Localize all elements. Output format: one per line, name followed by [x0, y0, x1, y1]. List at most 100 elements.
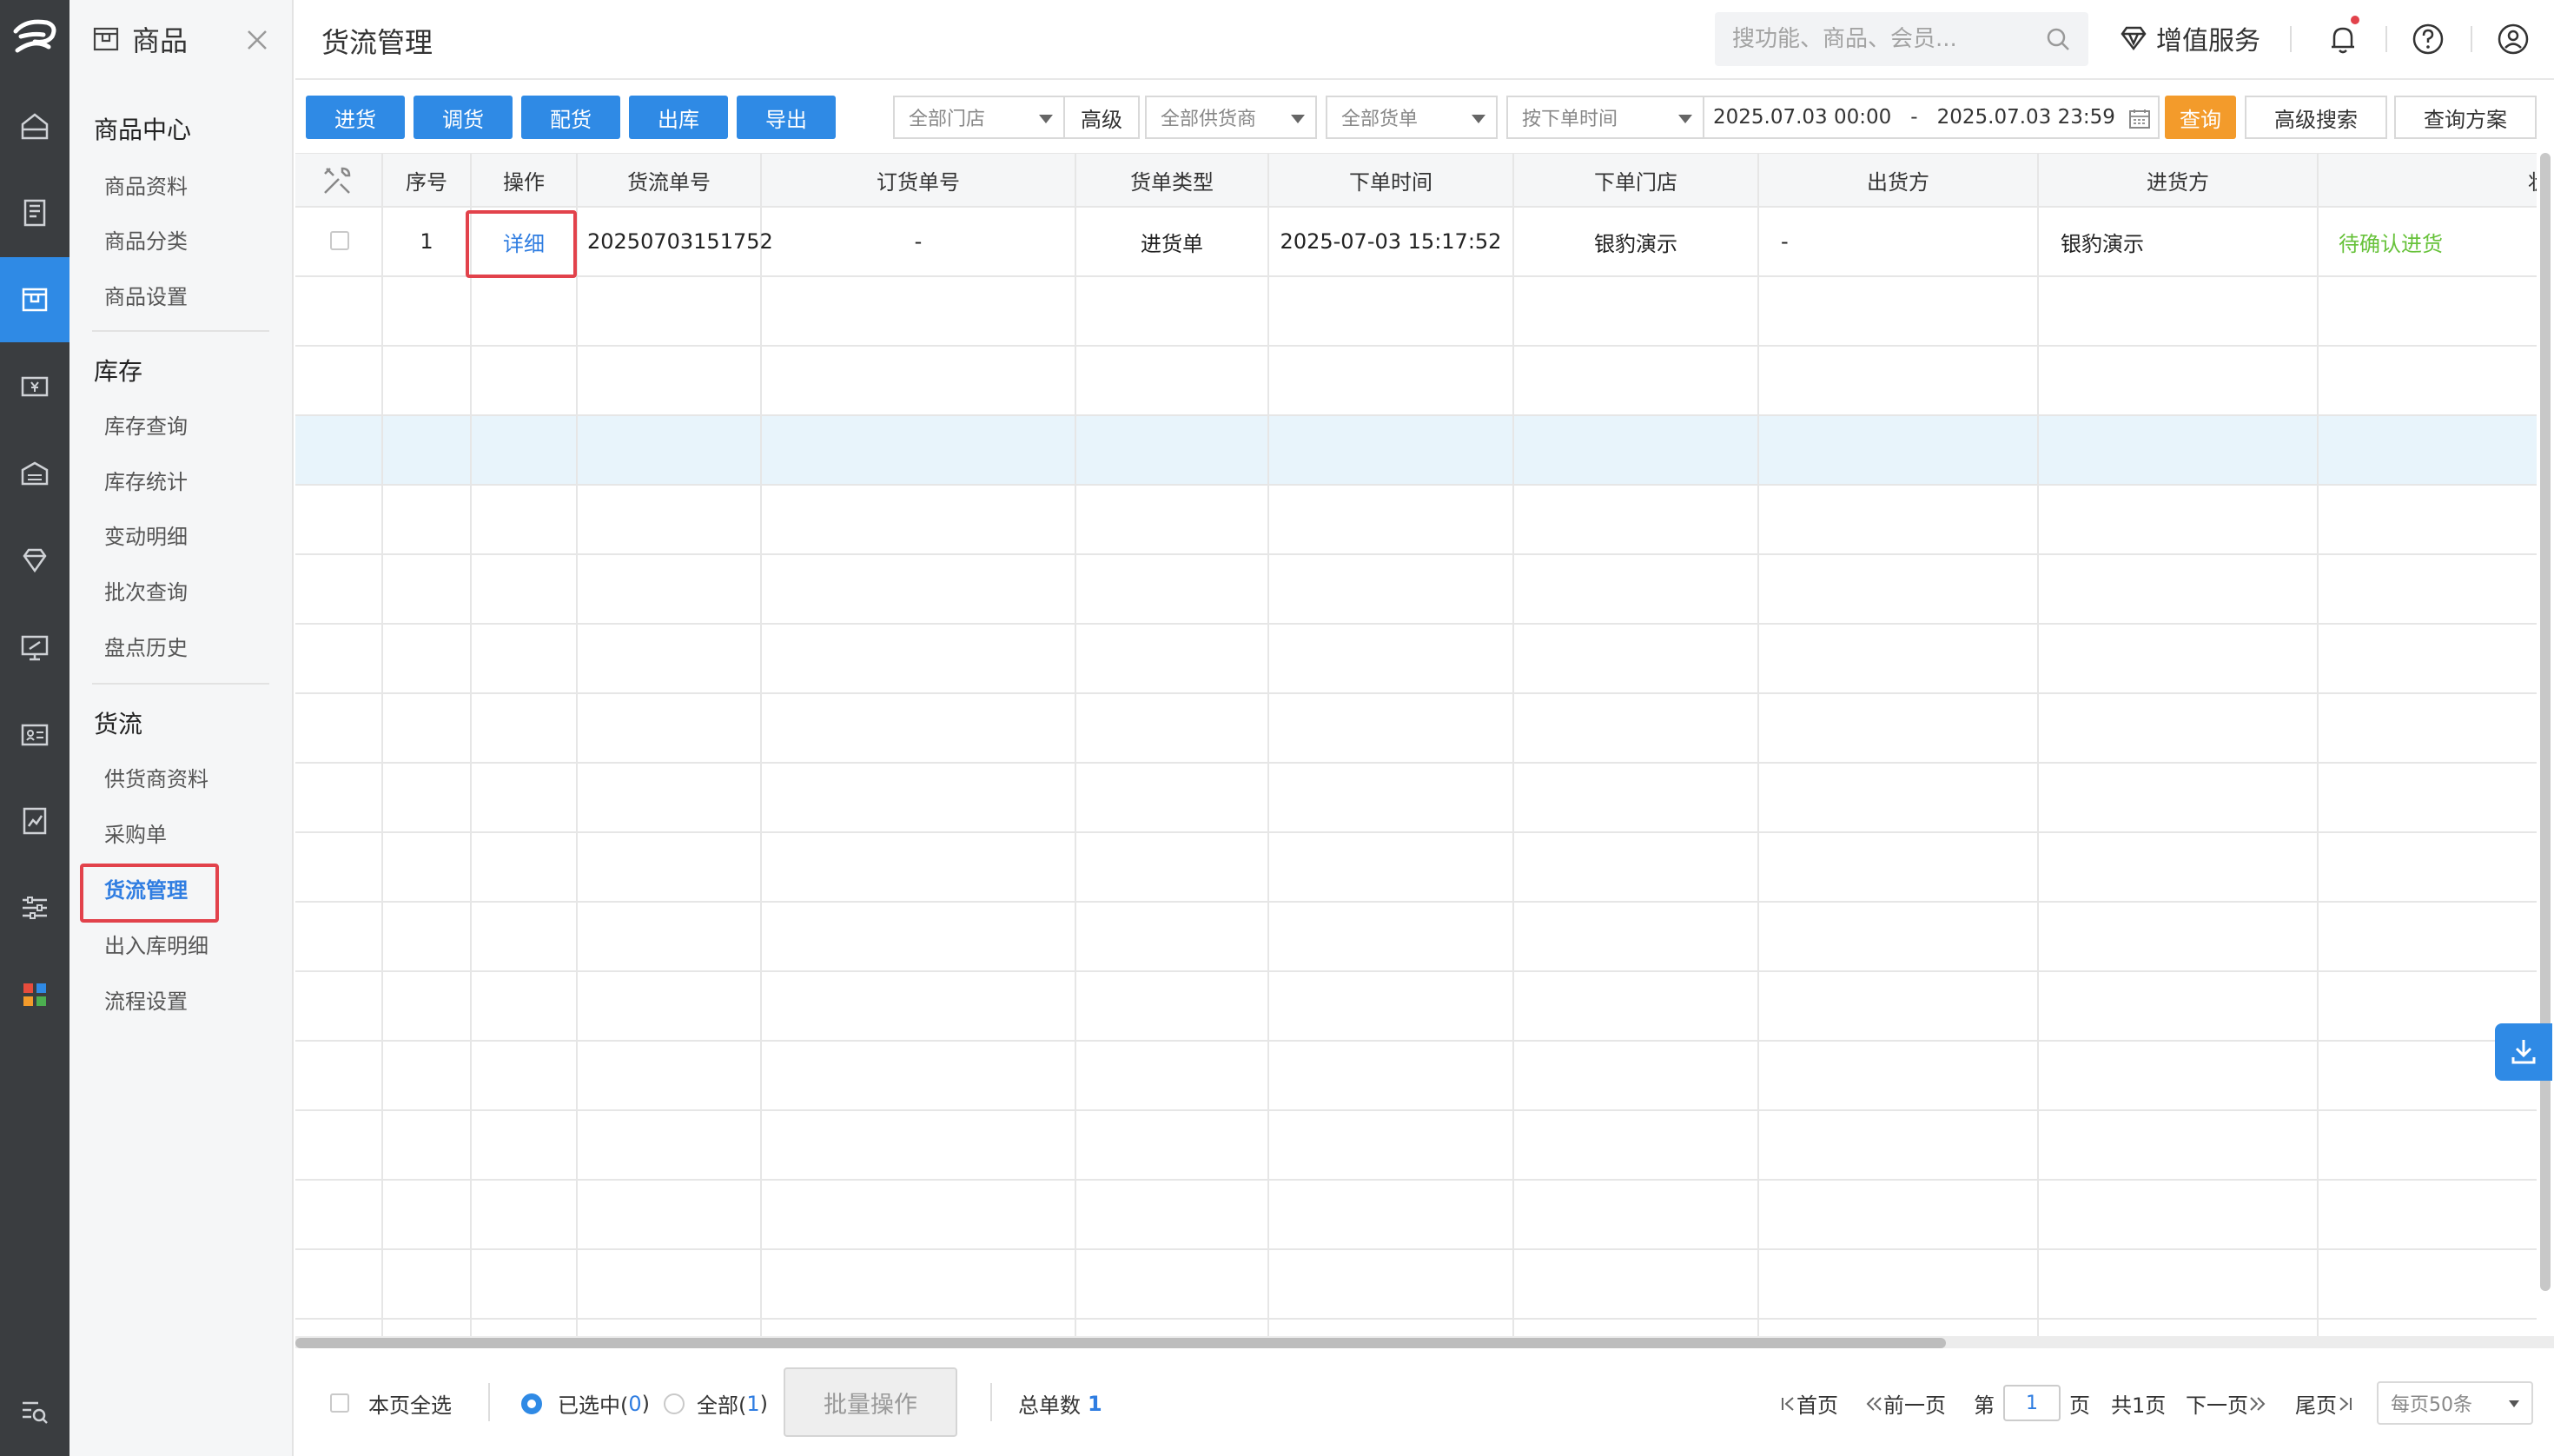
total-count-display: 总单数 1	[1018, 1388, 1102, 1419]
bell-icon[interactable]	[2325, 21, 2361, 57]
selected-radio[interactable]	[521, 1393, 542, 1414]
select-page-checkbox[interactable]	[330, 1393, 349, 1413]
chevron-down-icon	[1039, 115, 1053, 123]
calendar-icon[interactable]	[2128, 108, 2151, 130]
transfer-button[interactable]: 调货	[414, 96, 513, 139]
supplier-select-value: 全部供货商	[1161, 109, 1257, 130]
page-number-input[interactable]	[2003, 1385, 2061, 1421]
member-icon[interactable]	[0, 431, 69, 516]
row-order-time: 2025-07-03 15:17:52	[1280, 229, 1502, 254]
download-icon	[2511, 1040, 2536, 1064]
vertical-scrollbar[interactable]	[2540, 153, 2551, 1291]
double-chevron-left-icon	[1866, 1396, 1882, 1411]
distribute-button[interactable]: 配货	[521, 96, 620, 139]
home-icon[interactable]	[0, 83, 69, 169]
value-added-service-link[interactable]: 增值服务	[2118, 19, 2260, 57]
sidebar-item-goods-info[interactable]: 商品资料	[104, 169, 188, 200]
sidebar-item-stock-stats[interactable]: 库存统计	[104, 465, 188, 495]
store-select[interactable]: 全部门店	[893, 96, 1065, 139]
report-icon[interactable]	[0, 778, 69, 864]
goods-icon[interactable]	[0, 257, 69, 342]
download-button[interactable]	[2495, 1023, 2552, 1081]
double-chevron-right-icon	[2250, 1396, 2266, 1411]
column-header-store[interactable]: 下单门店	[1513, 153, 1758, 207]
supplier-select[interactable]: 全部供货商	[1145, 96, 1317, 139]
stock-in-button[interactable]: 进货	[306, 96, 405, 139]
table-footer: 本页全选 已选中(0) 全部(1) 批量操作 总单数1 首页 前一页 第 页 共…	[295, 1350, 2554, 1456]
column-header-order-no[interactable]: 订货单号	[761, 153, 1075, 207]
order-type-select-value: 全部货单	[1341, 109, 1419, 130]
sidebar-item-purchase-order[interactable]: 采购单	[104, 817, 167, 848]
query-button[interactable]: 查询	[2165, 96, 2236, 139]
per-page-select[interactable]: 每页50条	[2377, 1381, 2533, 1425]
page-prefix: 第	[1974, 1393, 1995, 1418]
sidebar-item-goods-settings[interactable]: 商品设置	[104, 280, 188, 310]
chevron-down-icon	[1291, 115, 1305, 123]
stock-out-button[interactable]: 出库	[629, 96, 728, 139]
time-type-select[interactable]: 按下单时间	[1506, 96, 1704, 139]
date-to[interactable]: 2025.07.03 23:59	[1937, 106, 2115, 129]
staff-icon[interactable]	[0, 692, 69, 777]
batch-operation-button[interactable]: 批量操作	[784, 1367, 957, 1437]
query-plan-button[interactable]: 查询方案	[2394, 96, 2537, 139]
sidebar-item-in-out-detail[interactable]: 出入库明细	[104, 929, 208, 959]
all-radio[interactable]	[664, 1393, 685, 1414]
column-header-flow-no[interactable]: 货流单号	[577, 153, 761, 207]
chevron-down-icon	[1678, 115, 1692, 123]
orders-icon[interactable]	[0, 170, 69, 255]
help-icon[interactable]	[2410, 21, 2446, 57]
footer-divider	[488, 1383, 490, 1421]
top-bar: 货流管理 增值服务	[295, 0, 2554, 80]
date-range-picker[interactable]: 2025.07.03 00:00 - 2025.07.03 23:59	[1704, 96, 2160, 139]
all-paren-close: )	[759, 1391, 769, 1416]
column-header-action: 操作	[503, 169, 545, 195]
column-header-shipper[interactable]: 出货方	[1758, 153, 2038, 207]
prev-page-link[interactable]: 前一页	[1864, 1388, 1946, 1419]
sidebar-item-change-detail[interactable]: 变动明细	[104, 520, 188, 550]
footer-divider	[990, 1383, 992, 1421]
apps-icon[interactable]	[0, 952, 69, 1037]
column-header-order-time[interactable]: 下单时间	[1268, 153, 1513, 207]
row-checkbox[interactable]	[330, 231, 349, 250]
diamond-icon[interactable]	[0, 518, 69, 603]
sidebar-item-supplier-info[interactable]: 供货商资料	[104, 762, 208, 792]
sidebar-item-batch-query[interactable]: 批次查询	[104, 575, 188, 606]
search-input[interactable]	[1732, 23, 2028, 56]
advanced-store-button[interactable]: 高级	[1065, 96, 1140, 139]
page-total: 共1页	[2111, 1393, 2167, 1418]
finance-icon[interactable]	[0, 344, 69, 429]
column-header-receiver[interactable]: 进货方	[2038, 153, 2318, 207]
selected-label: 已选中(	[558, 1393, 629, 1418]
advanced-search-button[interactable]: 高级搜索	[2245, 96, 2387, 139]
horizontal-scrollbar[interactable]	[295, 1338, 1946, 1348]
column-header-status[interactable]: 状	[2528, 153, 2537, 207]
section-divider	[92, 330, 269, 332]
settings-sliders-icon[interactable]	[0, 865, 69, 950]
column-settings-icon[interactable]	[320, 163, 354, 198]
column-header-order-type[interactable]: 货单类型	[1075, 153, 1268, 207]
user-avatar-icon[interactable]	[2495, 21, 2531, 57]
last-page-link[interactable]: 尾页	[2295, 1388, 2354, 1419]
sidebar-item-stocktake-history[interactable]: 盘点历史	[104, 631, 188, 661]
order-type-select[interactable]: 全部货单	[1326, 96, 1498, 139]
search-icon[interactable]	[2045, 26, 2071, 52]
all-label: 全部(	[697, 1393, 747, 1418]
export-button[interactable]: 导出	[737, 96, 836, 139]
time-type-select-value: 按下单时间	[1522, 109, 1618, 130]
select-page-label[interactable]: 本页全选	[368, 1388, 452, 1419]
all-option[interactable]: 全部(1)	[697, 1388, 768, 1419]
selected-option[interactable]: 已选中(0)	[558, 1388, 650, 1419]
row-shipper: -	[1781, 229, 1789, 254]
last-page-label: 尾页	[2295, 1393, 2337, 1418]
next-page-link[interactable]: 下一页	[2186, 1388, 2267, 1419]
sidebar-item-goods-category[interactable]: 商品分类	[104, 224, 188, 255]
section-title-goods-flow: 货流	[94, 710, 143, 738]
sidebar-item-stock-query[interactable]: 库存查询	[104, 409, 188, 440]
date-from[interactable]: 2025.07.03 00:00	[1713, 106, 1891, 129]
sidebar-item-process-settings[interactable]: 流程设置	[104, 984, 188, 1015]
selected-count: 0	[628, 1391, 642, 1416]
first-page-link[interactable]: 首页	[1779, 1388, 1838, 1419]
close-icon[interactable]	[240, 23, 275, 57]
promotion-icon[interactable]	[0, 605, 69, 690]
menu-search-icon[interactable]	[0, 1369, 69, 1454]
